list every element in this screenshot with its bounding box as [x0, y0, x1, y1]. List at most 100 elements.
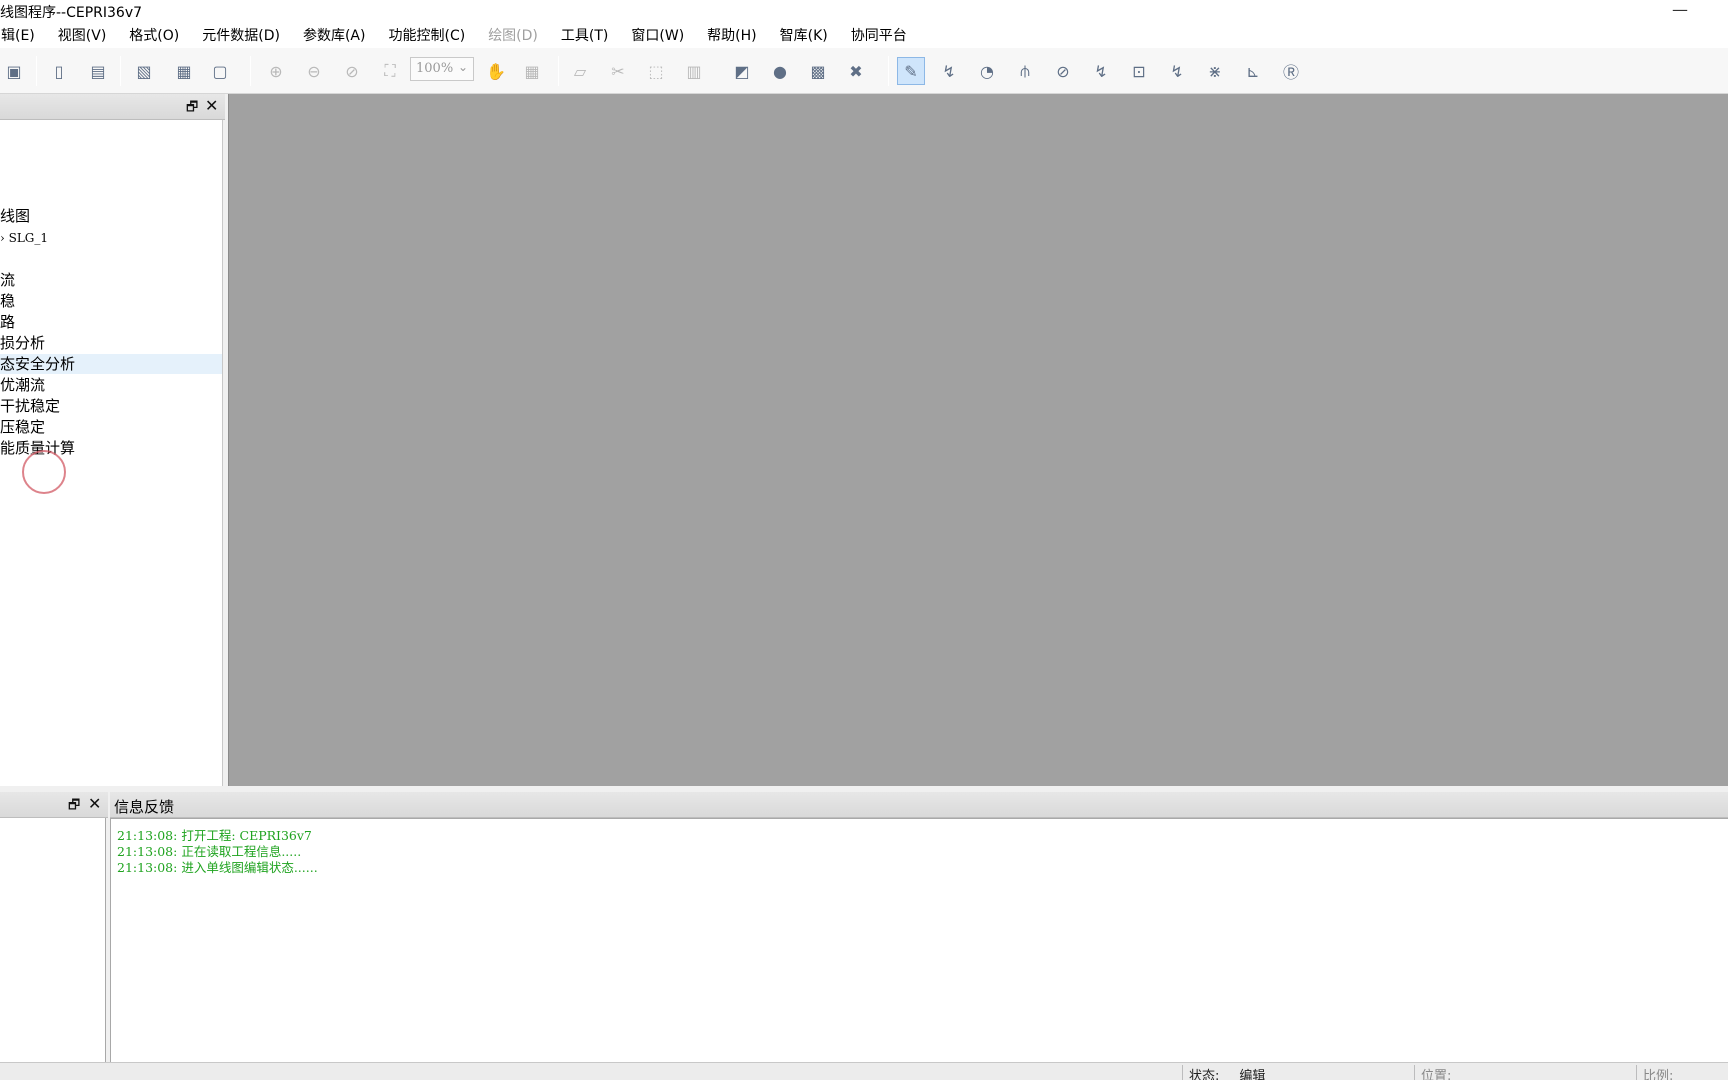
page-setup-icon: ▢ — [212, 61, 228, 81]
table-icon: ▥ — [686, 61, 702, 81]
project-tree: 能质量计算 压稳定 干扰稳定 优潮流 态安全分析 损分析路稳流 › SLG_1 线图 — [0, 120, 223, 786]
curve-icon: ⊾ — [1246, 61, 1260, 81]
save-button[interactable]: ▣ — [0, 57, 28, 85]
toolbar-separator — [558, 56, 559, 86]
status-state-value: 编辑 — [1239, 1069, 1266, 1080]
tree-item[interactable]: 态安全分析 — [0, 354, 222, 374]
float-panel-icon[interactable]: 🗗 — [186, 98, 198, 120]
tree-item[interactable]: 优潮流 — [0, 375, 45, 395]
status-state-label: 状态: — [1189, 1069, 1220, 1080]
excel-button[interactable]: ✖ — [842, 57, 870, 85]
report-icon: Ⓡ — [1282, 63, 1299, 82]
image-icon: ▩ — [810, 61, 826, 81]
tree-item[interactable]: 线图 — [0, 206, 30, 226]
project-panel-header: 🗗 ✕ — [0, 94, 225, 120]
info-panel-title: 信息反馈 — [114, 798, 175, 816]
zoom-in-button[interactable]: ⊕ — [262, 57, 290, 85]
window-title: 线图程序--CEPRI36v7 — [0, 5, 143, 21]
transient-icon: ↯ — [1094, 61, 1108, 81]
table-button[interactable]: ▥ — [680, 57, 708, 85]
info-panel-header: 信息反馈 — [110, 792, 1728, 818]
new-file-icon: ▯ — [54, 61, 64, 81]
menu-item-2[interactable]: 格式(O) — [128, 25, 180, 45]
menu-item-1[interactable]: 视图(V) — [57, 25, 108, 45]
title-bar: 线图程序--CEPRI36v7 — — [0, 0, 1728, 22]
stability-icon: ⊘ — [1056, 61, 1070, 81]
menu-item-11[interactable]: 协同平台 — [850, 25, 908, 45]
info-feedback-panel: 21:13:08: 打开工程: CEPRI36v7 21:13:08: 正在读取工… — [110, 818, 1728, 1062]
stability-button[interactable]: ⊘ — [1049, 57, 1077, 85]
toolbar-separator — [250, 56, 251, 86]
menu-item-9[interactable]: 帮助(H) — [706, 25, 757, 45]
menu-item-3[interactable]: 元件数据(D) — [201, 25, 281, 45]
menu-item-4[interactable]: 参数库(A) — [302, 25, 367, 45]
fit-view-button[interactable]: ⛶ — [376, 57, 404, 85]
save-icon: ▣ — [6, 61, 22, 81]
tree-item[interactable]: 压稳定 — [0, 417, 45, 437]
menu-item-6[interactable]: 绘图(D) — [487, 25, 539, 45]
globe-icon: ● — [773, 61, 787, 81]
print-preview-button[interactable]: ▧ — [130, 57, 158, 85]
toolbar-separator — [120, 56, 121, 86]
fault-button[interactable]: ↯ — [1163, 57, 1191, 85]
zoom-out-button[interactable]: ⊖ — [300, 57, 328, 85]
status-position-label: 位置: — [1421, 1069, 1452, 1080]
new-file-button[interactable]: ▯ — [45, 57, 73, 85]
status-bar: 状态: 编辑 位置: 比例: — [0, 1062, 1728, 1080]
drawing-canvas[interactable] — [228, 94, 1728, 786]
status-position: 位置: — [1414, 1065, 1632, 1080]
bottom-left-panel — [0, 818, 106, 1062]
excel-icon: ✖ — [849, 61, 863, 81]
print-button[interactable]: ▦ — [170, 57, 198, 85]
menu-item-5[interactable]: 功能控制(C) — [387, 25, 466, 45]
toolbar-separator — [36, 56, 37, 86]
open-file-icon: ▤ — [90, 61, 106, 81]
tree-item[interactable]: 路 — [0, 312, 15, 332]
tree-item[interactable]: 稳 — [0, 291, 15, 311]
grid-button[interactable]: ▦ — [518, 57, 546, 85]
fault-icon: ↯ — [1170, 61, 1184, 81]
zoom-level-select[interactable]: 100% ⌄ — [410, 57, 474, 81]
menu-bar: 辑(E) 视图(V) 格式(O) 元件数据(D) 参数库(A) 功能控制(C) 绘图(D) 工… — [0, 22, 1728, 48]
zoom-window-button[interactable]: ⊘ — [338, 57, 366, 85]
pie-analysis-button[interactable]: ◔ — [973, 57, 1001, 85]
harmonic-icon: ⋇ — [1208, 61, 1222, 81]
menu-item-8[interactable]: 窗口(W) — [630, 25, 685, 45]
pan-hand-button[interactable]: ✋ — [482, 57, 510, 85]
edit-mode-icon: ✎ — [904, 61, 918, 81]
power-flow-icon: ↯ — [942, 61, 956, 81]
select-area-icon: ⬚ — [648, 61, 664, 81]
status-state: 状态: 编辑 — [1182, 1065, 1410, 1080]
network-button[interactable]: ◩ — [728, 57, 756, 85]
status-ratio: 比例: — [1636, 1065, 1728, 1080]
menu-item-7[interactable]: 工具(T) — [560, 25, 609, 45]
cut-button[interactable]: ✂ — [604, 57, 632, 85]
page-setup-button[interactable]: ▢ — [206, 57, 234, 85]
edit-mode-button[interactable]: ✎ — [897, 57, 925, 85]
globe-button[interactable]: ● — [766, 57, 794, 85]
minimize-button[interactable]: — — [1672, 0, 1688, 19]
tree-item[interactable]: 损分析 — [0, 333, 45, 353]
menu-item-10[interactable]: 智库(K) — [779, 25, 829, 45]
transient-button[interactable]: ↯ — [1087, 57, 1115, 85]
close-panel-icon[interactable]: ✕ — [88, 794, 101, 813]
open-file-button[interactable]: ▤ — [84, 57, 112, 85]
harmonic-button[interactable]: ⋇ — [1201, 57, 1229, 85]
calc-button[interactable]: ⊡ — [1125, 57, 1153, 85]
short-circuit-button[interactable]: ⫛ — [1011, 57, 1039, 85]
power-flow-button[interactable]: ↯ — [935, 57, 963, 85]
image-button[interactable]: ▩ — [804, 57, 832, 85]
tree-item[interactable]: 流 — [0, 270, 15, 290]
eraser-button[interactable]: ▱ — [566, 57, 594, 85]
toolbar-separator — [888, 56, 889, 86]
zoom-level-value: 100% — [416, 61, 454, 76]
select-area-button[interactable]: ⬚ — [642, 57, 670, 85]
menu-item-0[interactable]: 辑(E) — [0, 25, 36, 45]
float-panel-icon[interactable]: 🗗 — [68, 796, 80, 818]
report-button[interactable]: Ⓡ — [1277, 57, 1305, 85]
tree-item[interactable]: › SLG_1 — [0, 228, 48, 248]
curve-button[interactable]: ⊾ — [1239, 57, 1267, 85]
close-panel-icon[interactable]: ✕ — [205, 96, 218, 115]
tree-item[interactable]: 干扰稳定 — [0, 396, 60, 416]
pie-analysis-icon: ◔ — [980, 61, 994, 81]
